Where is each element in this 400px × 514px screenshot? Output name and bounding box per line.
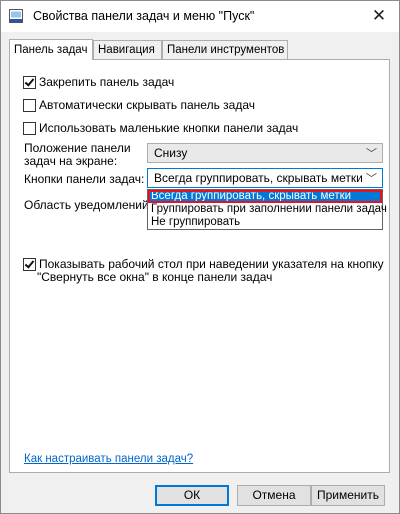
tab-taskbar[interactable]: Панель задач (9, 39, 93, 60)
notification-area-label: Область уведомлений: (24, 198, 153, 212)
chevron-down-icon: ﹀ (366, 148, 377, 160)
small-buttons-checkbox[interactable] (23, 121, 36, 135)
lock-taskbar-checkbox[interactable] (23, 75, 36, 89)
title-bar: Свойства панели задач и меню "Пуск" ✕ (1, 1, 399, 32)
dropdown-option-always-group[interactable]: Всегда группировать, скрывать метки (148, 190, 382, 203)
buttons-group-select-value: Всегда группировать, скрывать метки (154, 171, 363, 185)
peek-checkbox[interactable] (23, 257, 36, 271)
dropdown-option-group-when-full[interactable]: Группировать при заполнении панели задач (148, 203, 387, 216)
taskbar-properties-icon (9, 9, 23, 23)
close-button[interactable]: ✕ (367, 5, 391, 27)
autohide-label: Автоматически скрывать панель задач (39, 98, 256, 112)
position-label-line2: задач на экране: (24, 154, 118, 168)
help-link[interactable]: Как настраивать панели задач? (24, 453, 193, 465)
lock-taskbar-label: Закрепить панель задач (39, 75, 175, 89)
autohide-checkbox[interactable] (23, 98, 36, 112)
apply-button[interactable]: Применить (311, 485, 385, 506)
lock-taskbar-option[interactable]: Закрепить панель задач (23, 75, 174, 89)
buttons-group-label: Кнопки панели задач: (24, 172, 145, 186)
tab-toolbars[interactable]: Панели инструментов (162, 40, 288, 59)
position-select[interactable]: Снизу ﹀ (147, 143, 383, 163)
chevron-down-icon: ﹀ (366, 173, 377, 185)
position-label-line1: Положение панели (24, 141, 131, 155)
buttons-group-dropdown: Всегда группировать, скрывать метки Груп… (147, 189, 387, 230)
position-select-value: Снизу (154, 146, 188, 160)
tab-navigation[interactable]: Навигация (93, 40, 162, 59)
ok-button[interactable]: ОК (155, 485, 229, 506)
peek-label-line1: Показывать рабочий стол при наведении ук… (39, 257, 384, 271)
small-buttons-option[interactable]: Использовать маленькие кнопки панели зад… (23, 121, 298, 135)
buttons-group-select[interactable]: Всегда группировать, скрывать метки ﹀ (147, 168, 383, 188)
small-buttons-label: Использовать маленькие кнопки панели зад… (39, 121, 299, 135)
dropdown-option-never-group[interactable]: Не группировать (148, 216, 382, 229)
autohide-option[interactable]: Автоматически скрывать панель задач (23, 98, 255, 112)
tab-panel-taskbar: Закрепить панель задач Автоматически скр… (9, 59, 390, 473)
window-title: Свойства панели задач и меню "Пуск" (33, 9, 255, 23)
taskbar-properties-dialog: Свойства панели задач и меню "Пуск" ✕ Па… (0, 0, 400, 514)
cancel-button[interactable]: Отмена (237, 485, 311, 506)
peek-label-line2: "Свернуть все окна" в конце панели задач (37, 270, 273, 284)
peek-option[interactable]: Показывать рабочий стол при наведении ук… (23, 257, 384, 271)
